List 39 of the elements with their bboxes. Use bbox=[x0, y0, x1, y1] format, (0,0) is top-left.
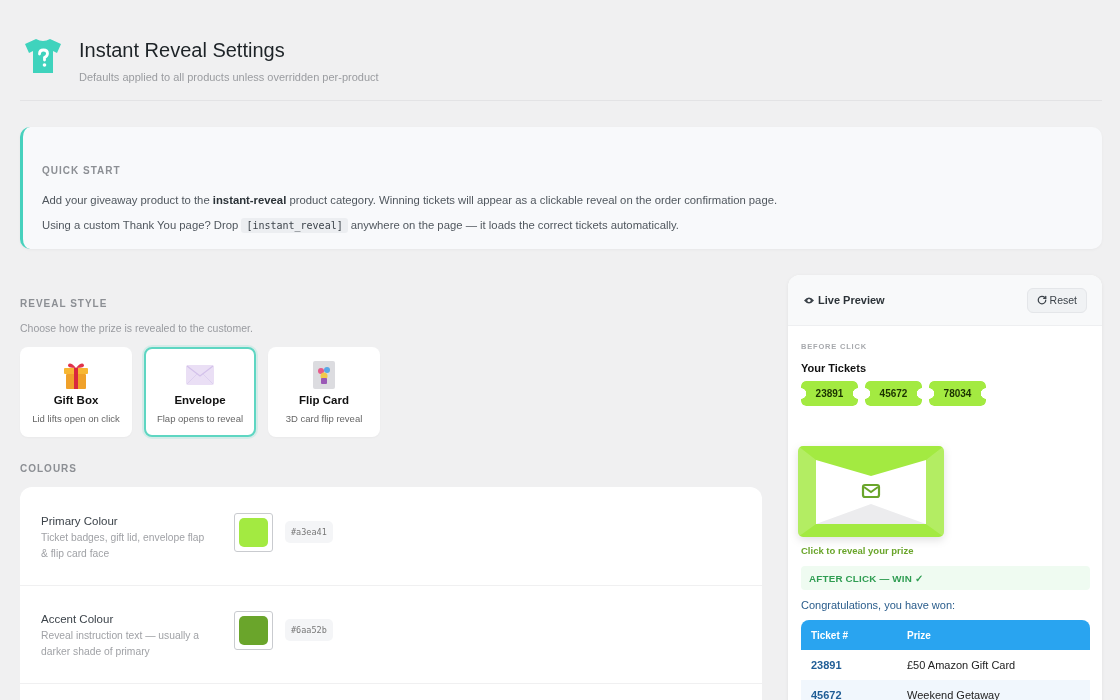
prize-name: £50 Amazon Gift Card bbox=[907, 659, 1016, 671]
reset-button[interactable]: Reset bbox=[1026, 287, 1087, 313]
instructions-text: Add your giveaway product to the instant-reveal product category. Winning tickets will appear as a clickable reveal on the order confirmation page. bbox=[42, 193, 779, 208]
section-heading: REVEAL STYLE bbox=[20, 298, 109, 309]
gift-box-icon bbox=[63, 361, 89, 389]
reveal-style-option[interactable]: Gift Box Lid lifts open on click bbox=[20, 347, 132, 437]
instructions-text: Using a custom Thank You page? Drop [instant_reveal] anywhere on the page — it loads the correct tickets automatically. bbox=[42, 218, 680, 233]
page-title: Instant Reveal Settings bbox=[79, 38, 286, 62]
mail-icon bbox=[861, 483, 881, 499]
ticket-number-link[interactable]: 45672 bbox=[811, 689, 842, 700]
panel-title: Live Preview bbox=[818, 294, 885, 306]
colour-description: Reveal instruction text — usually a darker shade of primary bbox=[41, 629, 200, 659]
column-header: Prize bbox=[897, 620, 1090, 650]
ticket-badge: 23891 bbox=[801, 381, 858, 406]
page-subtitle: Defaults applied to all products unless overridden per-product bbox=[79, 71, 379, 83]
ticket-badge: 45672 bbox=[865, 381, 922, 406]
hex-value: #a3ea41 bbox=[285, 521, 333, 543]
playing-card-icon bbox=[313, 361, 335, 389]
colour-description: Ticket badges, gift lid, envelope flap & flip card face bbox=[41, 531, 206, 561]
column-header: Ticket # bbox=[801, 620, 897, 650]
reveal-style-option[interactable]: Envelope Flap opens to reveal bbox=[144, 347, 256, 437]
colour-label: Accent Colour bbox=[41, 613, 115, 625]
tshirt-icon bbox=[24, 38, 62, 74]
ticket-badge: 78034 bbox=[929, 381, 986, 406]
eye-icon bbox=[804, 296, 814, 304]
envelope-icon bbox=[186, 365, 214, 385]
result-banner: AFTER CLICK — WIN ✓ bbox=[801, 566, 1090, 590]
envelope-drawing[interactable] bbox=[798, 446, 944, 537]
colour-label: Primary Colour bbox=[41, 515, 119, 527]
congrats-text: Congratulations, you have won: bbox=[801, 599, 956, 611]
section-heading: COLOURS bbox=[20, 463, 78, 474]
section-heading: QUICK START bbox=[42, 165, 122, 176]
reveal-hint: Click to reveal your prize bbox=[801, 545, 914, 556]
reset-icon bbox=[1036, 295, 1047, 305]
ticket-number-link[interactable]: 23891 bbox=[811, 659, 842, 671]
section-description: Choose how the prize is revealed to the customer. bbox=[20, 322, 254, 334]
hex-value: #6aa52b bbox=[285, 619, 333, 641]
reveal-style-option[interactable]: Flip Card 3D card flip reveal bbox=[268, 347, 380, 437]
tickets-heading: Your Tickets bbox=[801, 362, 866, 374]
